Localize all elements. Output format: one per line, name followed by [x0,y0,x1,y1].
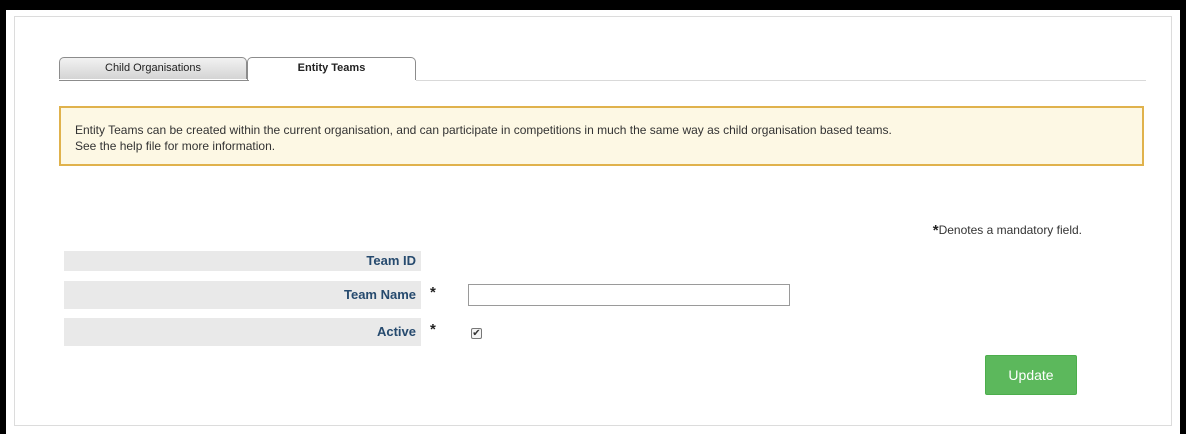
active-label: Active [64,318,421,346]
checkmark-icon: ✔ [472,328,481,339]
tab-underline [59,80,249,81]
info-line-2: See the help file for more information. [75,139,276,153]
active-required-star: * [430,321,436,338]
active-checkbox[interactable]: ✔ [471,328,482,339]
team-name-required-star: * [430,284,436,301]
tab-divider [416,80,1146,81]
update-button[interactable]: Update [985,355,1077,395]
window-frame-left [0,0,6,434]
info-message: Entity Teams can be created within the c… [59,106,1144,166]
info-line-1: Entity Teams can be created within the c… [75,123,892,137]
mandatory-text: Denotes a mandatory field. [938,223,1082,237]
tab-entity-teams[interactable]: Entity Teams [247,57,416,80]
mandatory-note: *Denotes a mandatory field. [933,222,1082,239]
window-frame-top [0,0,1186,10]
team-name-input[interactable] [468,284,790,306]
team-name-label: Team Name [64,281,421,309]
team-id-label: Team ID [64,251,421,271]
window-frame-right [1180,0,1186,434]
tab-child-organisations[interactable]: Child Organisations [59,57,247,79]
